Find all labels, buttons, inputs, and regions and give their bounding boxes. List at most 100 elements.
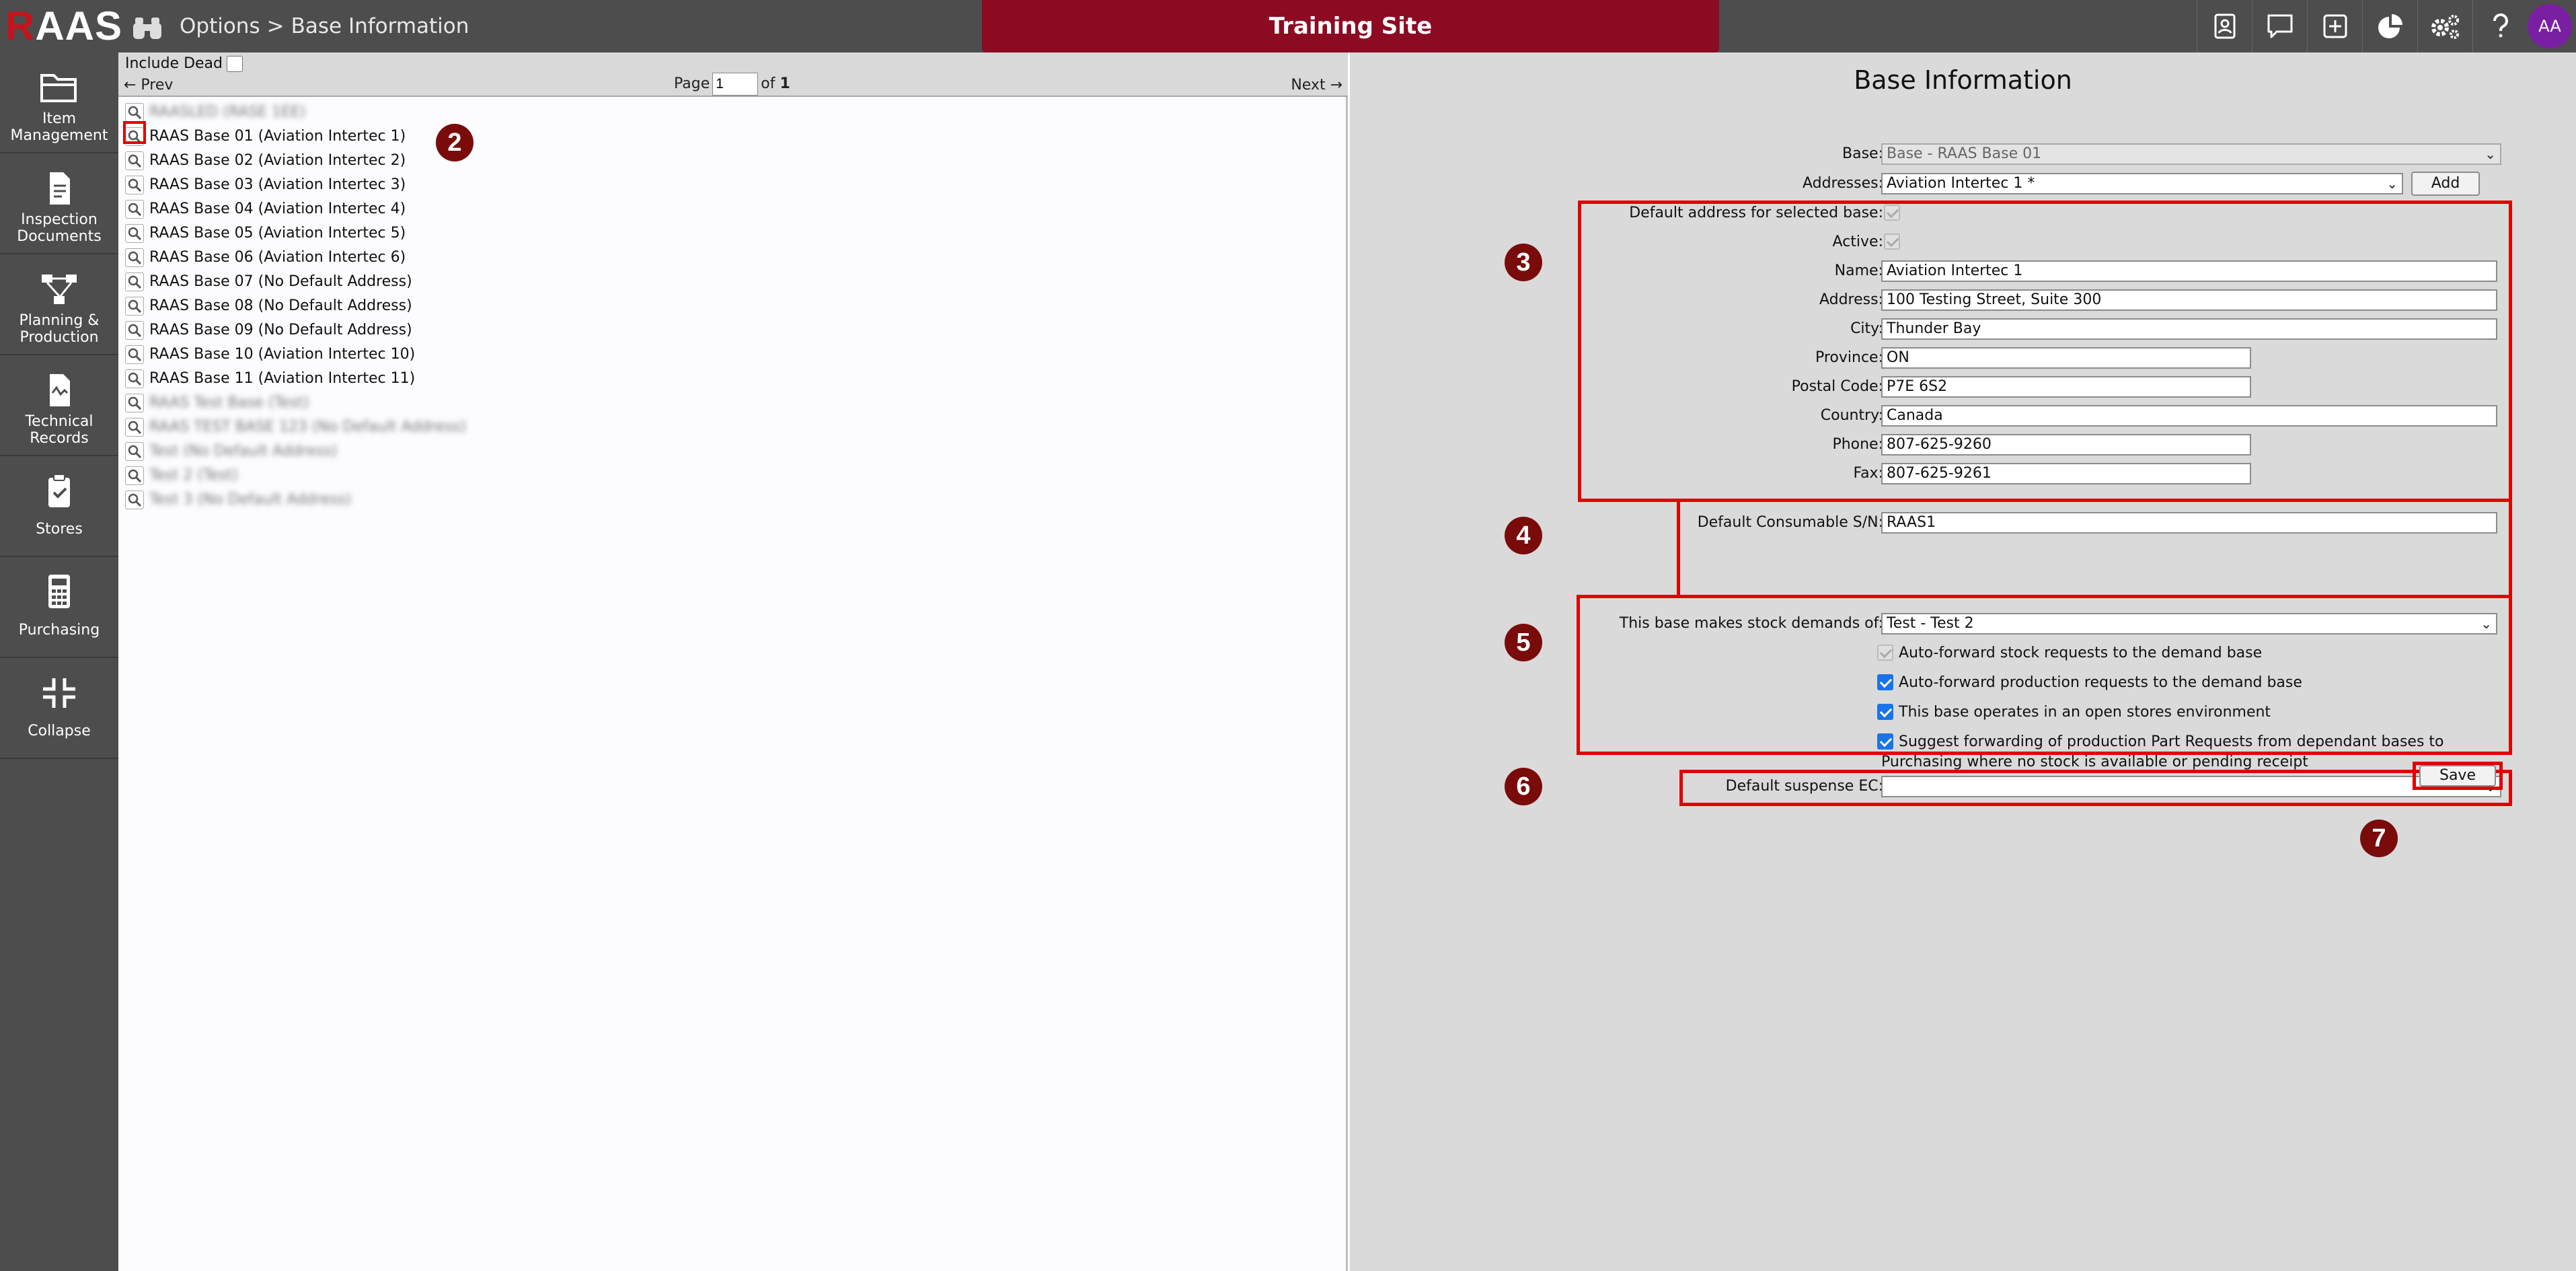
default-address-label: Default address for selected base: <box>1629 205 1883 221</box>
address-field[interactable]: 100 Testing Street, Suite 300 <box>1881 289 2497 311</box>
magnifier-icon[interactable] <box>125 200 144 219</box>
include-dead: Include Dead <box>125 54 243 74</box>
magnifier-icon[interactable] <box>125 297 144 316</box>
magnifier-icon[interactable] <box>125 345 144 364</box>
magnifier-icon[interactable] <box>125 369 144 388</box>
chat-icon[interactable] <box>2252 0 2307 52</box>
magnifier-icon[interactable] <box>125 418 144 437</box>
auto-forward-stock-checkbox <box>1877 645 1893 661</box>
magnifier-icon[interactable] <box>125 394 144 412</box>
phone-field[interactable]: 807-625-9260 <box>1881 434 2251 456</box>
city-label: City: <box>1850 320 1883 337</box>
list-item[interactable]: RAAS TEST BASE 123 (No Default Address) <box>125 416 466 439</box>
name-field[interactable]: Aviation Intertec 1 <box>1881 260 2497 282</box>
pager: Page of 1 <box>674 73 790 96</box>
list-item[interactable]: Test 3 (No Default Address) <box>125 488 351 511</box>
sidebar-item-item-management[interactable]: Item Management <box>0 52 118 153</box>
breadcrumb-options[interactable]: Options <box>180 14 260 38</box>
records-icon <box>39 371 79 409</box>
stock-demands-select[interactable]: Test - Test 2 ⌄ <box>1881 613 2497 634</box>
open-stores-checkbox[interactable] <box>1877 704 1893 720</box>
consumable-sn-field[interactable]: RAAS1 <box>1881 512 2497 534</box>
name-label: Name: <box>1834 262 1883 279</box>
include-dead-checkbox[interactable] <box>227 56 243 72</box>
chart-icon[interactable] <box>2362 0 2417 52</box>
list-item[interactable]: RAAS Base 09 (No Default Address) <box>125 319 412 342</box>
magnifier-icon[interactable] <box>125 151 144 170</box>
magnifier-icon[interactable] <box>125 248 144 267</box>
list-item[interactable]: RAAS Base 07 (No Default Address) <box>125 270 412 293</box>
chevron-down-icon: ⌄ <box>2485 146 2496 162</box>
sidebar-item-collapse[interactable]: Collapse <box>0 658 118 759</box>
settings-icon[interactable] <box>2417 0 2472 52</box>
magnifier-icon[interactable] <box>125 224 144 243</box>
save-button[interactable]: Save <box>2419 765 2496 787</box>
list-item[interactable]: RAAS Base 04 (Aviation Intertec 4) <box>125 198 406 221</box>
workflow-icon <box>39 270 79 308</box>
list-item[interactable]: RAAS Test Base (Test) <box>125 392 309 414</box>
country-field[interactable]: Canada <box>1881 405 2497 427</box>
base-label: Base: <box>1842 145 1883 162</box>
suspense-ec-select[interactable]: ⌄ <box>1881 776 2501 797</box>
fax-field[interactable]: 807-625-9261 <box>1881 463 2251 484</box>
collapse-icon <box>39 674 79 712</box>
include-dead-label: Include Dead <box>125 55 223 72</box>
page-input[interactable] <box>712 73 759 96</box>
sidebar-item-inspection-documents[interactable]: Inspection Documents <box>0 153 118 254</box>
list-item[interactable]: RAASLED (RASE 1EE) <box>125 101 305 124</box>
contacts-icon[interactable] <box>2197 0 2252 52</box>
magnifier-icon[interactable] <box>125 466 144 485</box>
prev-page-link[interactable]: ← Prev <box>124 75 173 96</box>
list-item[interactable]: RAAS Base 08 (No Default Address) <box>125 295 412 318</box>
list-item[interactable]: RAAS Base 11 (Aviation Intertec 11) <box>125 367 415 390</box>
suspense-ec-label: Default suspense EC: <box>1725 778 1883 795</box>
help-icon[interactable] <box>2472 0 2528 52</box>
city-field[interactable]: Thunder Bay <box>1881 318 2497 340</box>
base-select: Base - RAAS Base 01 ⌄ <box>1881 143 2501 165</box>
app-logo[interactable]: RAAS <box>5 5 122 47</box>
next-page-link[interactable]: Next → <box>1291 75 1342 96</box>
auto-forward-stock-label: Auto-forward stock requests to the deman… <box>1899 645 2263 661</box>
selection-highlight <box>123 121 146 144</box>
add-address-button[interactable]: Add <box>2411 172 2480 196</box>
step-marker-7: 7 <box>2360 820 2398 857</box>
magnifier-icon[interactable] <box>125 442 144 461</box>
breadcrumb: Options > Base Information <box>180 12 469 40</box>
magnifier-icon[interactable] <box>125 273 144 291</box>
of-label: of <box>761 75 775 92</box>
base-list-panel: Include Dead ← Prev Page of 1 Next → RAAS… <box>118 52 1348 1271</box>
auto-forward-production-checkbox[interactable] <box>1877 674 1893 690</box>
calculator-icon <box>39 573 79 611</box>
step-marker-2: 2 <box>436 124 473 161</box>
magnifier-icon[interactable] <box>125 176 144 194</box>
binoculars-icon[interactable] <box>132 13 162 40</box>
sidebar-item-planning-production[interactable]: Planning & Production <box>0 254 118 355</box>
suggest-forwarding-checkbox[interactable] <box>1877 733 1893 750</box>
province-field[interactable]: ON <box>1881 347 2251 369</box>
magnifier-icon[interactable] <box>125 321 144 340</box>
breadcrumb-current: Base Information <box>291 14 469 38</box>
list-item[interactable]: RAAS Base 05 (Aviation Intertec 5) <box>125 222 406 245</box>
sidebar-item-stores[interactable]: Stores <box>0 456 118 557</box>
document-icon <box>39 170 79 207</box>
open-stores-label: This base operates in an open stores env… <box>1899 704 2271 721</box>
list-item[interactable]: RAAS Base 02 (Aviation Intertec 2) <box>125 149 406 172</box>
list-item[interactable]: RAAS Base 10 (Aviation Intertec 10) <box>125 343 415 366</box>
list-item[interactable]: Test 2 (Test) <box>125 464 238 487</box>
step-marker-3: 3 <box>1505 244 1542 281</box>
avatar[interactable]: AA <box>2528 4 2572 48</box>
base-information-panel: Base Information Base: Base - RAAS Base … <box>1350 52 2576 1271</box>
sidebar-item-purchasing[interactable]: Purchasing <box>0 557 118 658</box>
addresses-select[interactable]: Aviation Intertec 1 * ⌄ <box>1881 173 2403 194</box>
list-item[interactable]: Test (No Default Address) <box>125 440 337 463</box>
list-item[interactable]: RAAS Base 03 (Aviation Intertec 3) <box>125 174 406 196</box>
postal-code-field[interactable]: P7E 6S2 <box>1881 376 2251 398</box>
magnifier-icon[interactable] <box>125 103 144 122</box>
chevron-down-icon: ⌄ <box>2386 176 2398 192</box>
list-item[interactable]: RAAS Base 06 (Aviation Intertec 6) <box>125 246 406 269</box>
postal-code-label: Postal Code: <box>1791 378 1883 395</box>
add-icon[interactable] <box>2307 0 2362 52</box>
sidebar-item-technical-records[interactable]: Technical Records <box>0 355 118 456</box>
magnifier-icon[interactable] <box>125 491 144 509</box>
list-item[interactable]: RAAS Base 01 (Aviation Intertec 1) <box>125 125 406 148</box>
